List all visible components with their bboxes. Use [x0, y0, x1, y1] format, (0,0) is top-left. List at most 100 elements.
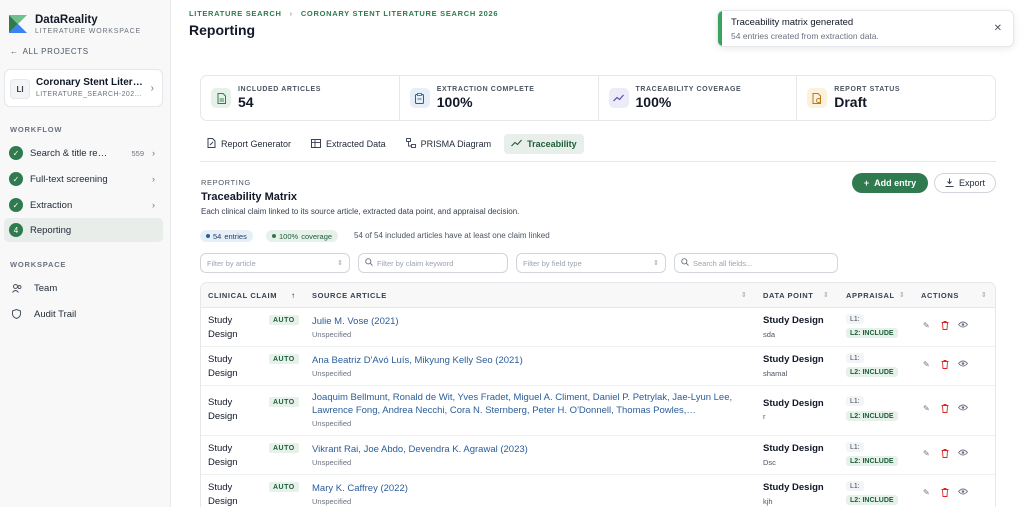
sort-asc-icon[interactable]: ↑	[291, 291, 295, 300]
stat-report-status: REPORT STATUS Draft	[797, 76, 995, 120]
edit-icon[interactable]: ✎	[923, 488, 930, 497]
source-article-link[interactable]: Julie M. Vose (2021)	[312, 315, 744, 328]
delete-icon[interactable]	[941, 488, 949, 499]
appraisal-l1-badge: L1:	[846, 442, 864, 452]
auto-badge: AUTO	[269, 443, 299, 453]
tab-prisma-diagram[interactable]: PRISMA Diagram	[399, 134, 499, 154]
header-appraisal[interactable]: APPRAISAL	[846, 283, 895, 308]
chevron-right-icon: ›	[152, 148, 155, 158]
brand[interactable]: DataReality LITERATURE WORKSPACE	[9, 14, 141, 37]
view-eye-icon[interactable]	[957, 488, 969, 497]
all-projects-link[interactable]: ← ALL PROJECTS	[10, 47, 89, 56]
edit-icon[interactable]: ✎	[923, 360, 930, 369]
sort-icon[interactable]: ⇕	[741, 291, 747, 299]
add-entry-button[interactable]: + Add entry	[852, 173, 928, 193]
sidebar-item-extraction[interactable]: ✓ Extraction ›	[4, 193, 163, 217]
filter-field-type-select[interactable]: Filter by field type ⇕	[516, 253, 666, 273]
toast-title: Traceability matrix generated	[731, 17, 854, 28]
project-name: Coronary Stent Litera…	[36, 77, 148, 88]
filter-article-select[interactable]: Filter by article ⇕	[200, 253, 350, 273]
tab-extracted-data[interactable]: Extracted Data	[304, 134, 393, 154]
view-eye-icon[interactable]	[957, 360, 969, 369]
sidebar-item-label: Full-text screening	[30, 173, 108, 185]
appraisal-l1-badge: L1:	[846, 314, 864, 324]
source-article-meta: Unspecified	[312, 497, 352, 506]
auto-badge: AUTO	[269, 482, 299, 492]
data-point-title: Study Design	[763, 354, 824, 365]
sidebar-item-audit-trail[interactable]: Audit Trail	[4, 303, 163, 325]
appraisal-l1-badge: L1:	[846, 481, 864, 491]
tab-report-generator[interactable]: Report Generator	[200, 134, 298, 154]
section-title: Traceability Matrix	[201, 191, 297, 203]
view-eye-icon[interactable]	[957, 404, 969, 413]
table-row: Study Design AUTO Ana Beatriz D'Avó Luís…	[201, 347, 995, 386]
breadcrumb: LITERATURE SEARCH › CORONARY STENT LITER…	[189, 9, 498, 18]
header-data-point[interactable]: DATA POINT	[763, 283, 813, 308]
stat-label: INCLUDED ARTICLES	[238, 86, 322, 93]
sort-icon[interactable]: ⇕	[981, 291, 987, 299]
check-icon: ✓	[9, 198, 23, 212]
tab-label: Report Generator	[221, 139, 292, 149]
sort-icon[interactable]: ⇕	[899, 291, 905, 299]
stat-label: REPORT STATUS	[834, 86, 901, 93]
stat-value: 100%	[635, 94, 672, 110]
toast-message: 54 entries created from extraction data.	[731, 31, 879, 41]
sidebar-item-reporting[interactable]: 4 Reporting	[4, 218, 163, 242]
delete-icon[interactable]	[941, 360, 949, 371]
tab-bar: Report Generator Extracted Data PRISMA D…	[200, 134, 996, 162]
edit-icon[interactable]: ✎	[923, 449, 930, 458]
delete-icon[interactable]	[941, 404, 949, 415]
sidebar-item-count: 559	[131, 148, 144, 158]
sidebar-item-full-text-screening[interactable]: ✓ Full-text screening ›	[4, 167, 163, 191]
project-switcher[interactable]: LI Coronary Stent Litera… LITERATURE_SEA…	[4, 69, 163, 107]
search-all-input[interactable]: Search all fields...	[674, 253, 838, 273]
edit-icon[interactable]: ✎	[923, 321, 930, 330]
sort-icon[interactable]: ⇕	[823, 291, 829, 299]
breadcrumb-item[interactable]: CORONARY STENT LITERATURE SEARCH 2026	[301, 9, 498, 18]
export-button[interactable]: Export	[934, 173, 996, 193]
edit-icon[interactable]: ✎	[923, 404, 930, 413]
delete-icon[interactable]	[941, 321, 949, 332]
stat-value: 54	[238, 94, 254, 110]
plus-icon: +	[863, 178, 870, 188]
sidebar-item-label: Team	[34, 282, 58, 294]
data-point-value: r	[763, 412, 766, 421]
stats-bar: INCLUDED ARTICLES 54 EXTRACTION COMPLETE…	[200, 75, 996, 121]
source-article-link[interactable]: Joaquim Bellmunt, Ronald de Wit, Yves Fr…	[312, 391, 744, 417]
appraisal-l2-badge: L2: INCLUDE	[846, 456, 898, 466]
auto-badge: AUTO	[269, 354, 299, 364]
filter-keyword-input[interactable]: Filter by claim keyword	[358, 253, 508, 273]
sidebar-item-team[interactable]: Team	[4, 277, 163, 299]
clinical-claim: Study Design	[208, 397, 238, 422]
document-icon	[211, 88, 231, 108]
header-clinical-claim[interactable]: CLINICAL CLAIM	[208, 283, 277, 308]
delete-icon[interactable]	[941, 449, 949, 460]
view-eye-icon[interactable]	[957, 321, 969, 330]
dot-icon	[206, 234, 210, 238]
dot-icon	[272, 234, 276, 238]
close-icon[interactable]: ✕	[994, 23, 1002, 34]
stat-traceability-coverage: TRACEABILITY COVERAGE 100%	[599, 76, 798, 120]
filter-placeholder: Filter by field type	[523, 258, 582, 268]
arrow-left-icon: ←	[10, 47, 19, 56]
source-article-link[interactable]: Ana Beatriz D'Avó Luís, Mikyung Kelly Se…	[312, 354, 744, 367]
shield-icon	[12, 309, 26, 319]
source-article-link[interactable]: Vikrant Rai, Joe Abdo, Devendra K. Agraw…	[312, 443, 744, 456]
sidebar-item-label: Reporting	[30, 224, 72, 236]
tab-traceability[interactable]: Traceability	[504, 134, 584, 154]
coverage-note: 54 of 54 included articles have at least…	[354, 231, 550, 240]
auto-badge: AUTO	[269, 397, 299, 407]
view-eye-icon[interactable]	[957, 449, 969, 458]
source-article-link[interactable]: Mary K. Caffrey (2022)	[312, 482, 744, 495]
add-entry-label: Add entry	[874, 178, 917, 188]
data-point-value: sda	[763, 330, 776, 339]
header-source-article[interactable]: SOURCE ARTICLE	[312, 283, 387, 308]
sidebar-item-search-title-review[interactable]: ✓ Search & title re… 559 ›	[4, 141, 163, 165]
data-point-value: Dsc	[763, 458, 776, 467]
breadcrumb-item[interactable]: LITERATURE SEARCH	[189, 9, 282, 18]
sidebar-item-label: Audit Trail	[34, 308, 77, 320]
search-icon	[681, 258, 689, 268]
chevron-right-icon: ›	[152, 174, 155, 184]
clinical-claim: Study Design	[208, 443, 238, 468]
chevron-right-icon: ›	[289, 9, 293, 18]
